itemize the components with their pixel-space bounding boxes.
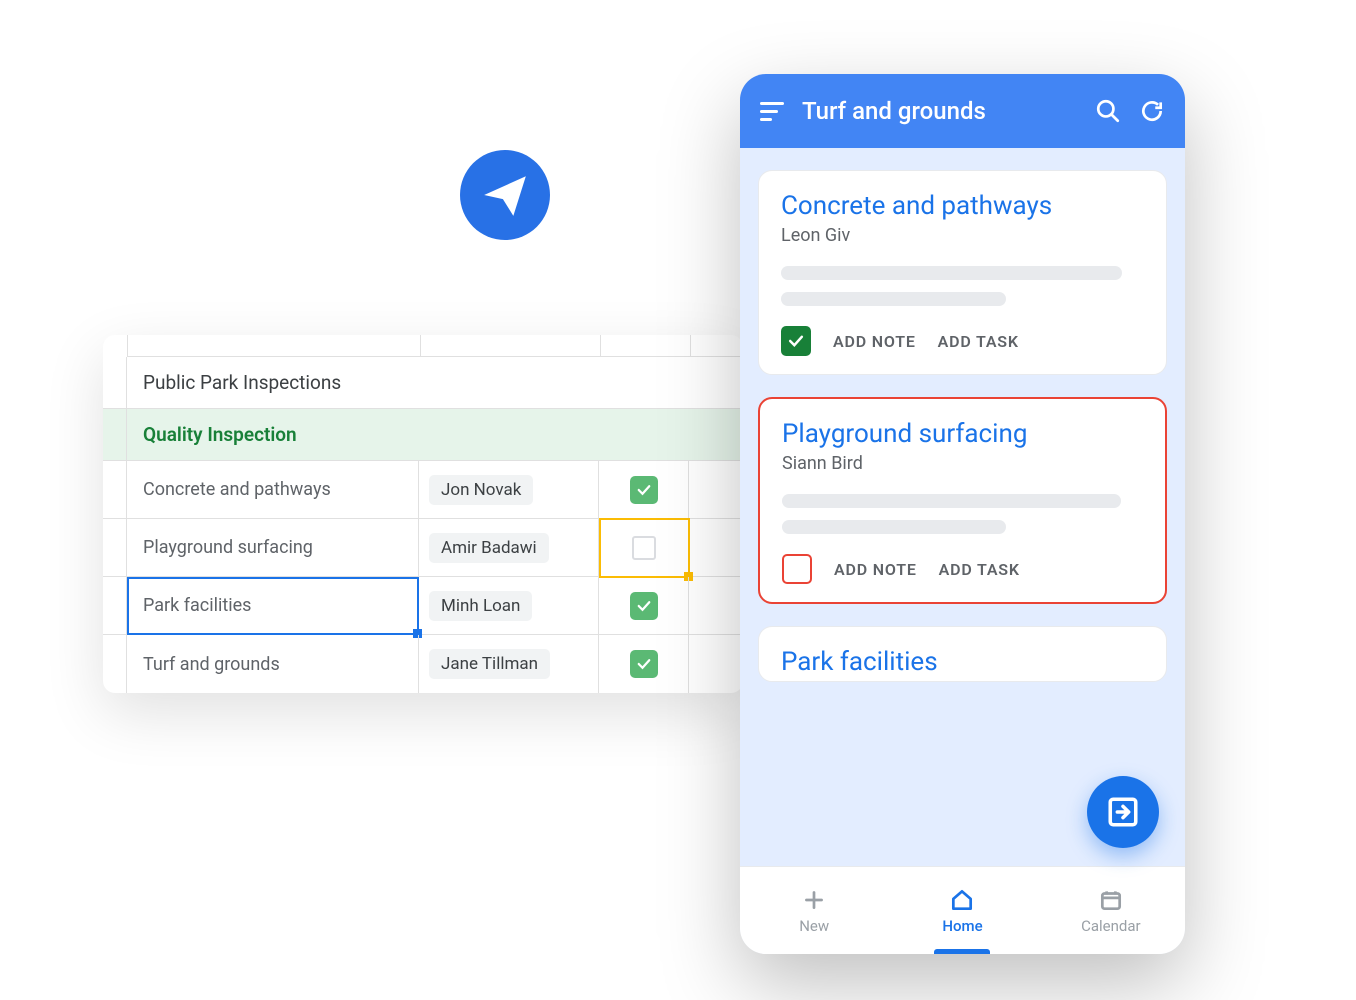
add-task-button[interactable]: ADD TASK [938, 332, 1019, 351]
task-cell[interactable]: Turf and grounds [127, 635, 419, 693]
skeleton-line [782, 520, 1006, 534]
task-cell[interactable]: Park facilities [127, 577, 419, 634]
status-cell[interactable] [599, 577, 689, 634]
task-card[interactable]: Concrete and pathways Leon Giv ADD NOTE … [758, 170, 1167, 375]
skeleton-line [781, 266, 1122, 280]
table-row: Playground surfacing Amir Badawi [103, 519, 743, 577]
table-row: Concrete and pathways Jon Novak [103, 461, 743, 519]
spreadsheet-panel: Public Park Inspections Quality Inspecti… [103, 335, 743, 693]
task-card-alert[interactable]: Playground surfacing Siann Bird ADD NOTE… [758, 397, 1167, 604]
task-cell[interactable]: Concrete and pathways [127, 461, 419, 518]
assignee-cell[interactable]: Amir Badawi [419, 519, 599, 576]
card-title: Playground surfacing [782, 419, 1143, 449]
checkbox-unchecked-icon [632, 536, 656, 560]
assignee-chip: Minh Loan [429, 591, 532, 621]
task-card[interactable]: Park facilities [758, 626, 1167, 682]
search-icon[interactable] [1095, 98, 1121, 124]
card-actions: ADD NOTE ADD TASK [781, 326, 1144, 356]
assignee-chip: Amir Badawi [429, 533, 549, 563]
assignee-cell[interactable]: Jon Novak [419, 461, 599, 518]
app-title: Turf and grounds [802, 97, 1077, 125]
checkbox-checked-icon [630, 650, 658, 678]
refresh-icon[interactable] [1139, 98, 1165, 124]
nav-calendar[interactable]: Calendar [1037, 867, 1185, 954]
nav-home[interactable]: Home [888, 867, 1036, 954]
add-note-button[interactable]: ADD NOTE [833, 332, 916, 351]
paper-plane-badge [460, 150, 550, 240]
status-cell[interactable] [599, 519, 689, 576]
nav-active-indicator [934, 949, 990, 954]
home-icon [949, 887, 975, 913]
card-actions: ADD NOTE ADD TASK [782, 554, 1143, 584]
add-note-button[interactable]: ADD NOTE [834, 560, 917, 579]
nav-label: Calendar [1081, 917, 1141, 935]
checkbox-checked-icon[interactable] [781, 326, 811, 356]
nav-new[interactable]: New [740, 867, 888, 954]
arrow-right-box-icon [1106, 795, 1140, 829]
card-assignee: Leon Giv [781, 225, 1144, 246]
nav-label: Home [942, 917, 982, 935]
app-body[interactable]: Concrete and pathways Leon Giv ADD NOTE … [740, 148, 1185, 866]
menu-icon[interactable] [760, 102, 784, 121]
nav-label: New [799, 917, 829, 935]
card-assignee: Siann Bird [782, 453, 1143, 474]
add-task-button[interactable]: ADD TASK [939, 560, 1020, 579]
checkbox-checked-icon [630, 476, 658, 504]
skeleton-line [782, 494, 1121, 508]
app-header: Turf and grounds [740, 74, 1185, 148]
card-title: Concrete and pathways [781, 191, 1144, 221]
checkbox-unchecked-icon[interactable] [782, 554, 812, 584]
sheet-title-row: Public Park Inspections [103, 357, 743, 409]
bottom-nav: New Home Calendar [740, 866, 1185, 954]
assignee-cell[interactable]: Minh Loan [419, 577, 599, 634]
sheet-section-row: Quality Inspection [103, 409, 743, 461]
table-row: Park facilities Minh Loan [103, 577, 743, 635]
sheet-section-header[interactable]: Quality Inspection [127, 409, 419, 460]
paper-plane-icon [480, 170, 530, 220]
sheet-column-headers [127, 335, 743, 357]
status-cell[interactable] [599, 635, 689, 693]
assignee-cell[interactable]: Jane Tillman [419, 635, 599, 693]
checkbox-checked-icon [630, 592, 658, 620]
card-title: Park facilities [781, 647, 1144, 677]
skeleton-line [781, 292, 1006, 306]
assignee-chip: Jon Novak [429, 475, 533, 505]
sheet-title[interactable]: Public Park Inspections [127, 357, 419, 408]
calendar-icon [1098, 887, 1124, 913]
status-cell[interactable] [599, 461, 689, 518]
assignee-chip: Jane Tillman [429, 649, 550, 679]
plus-icon [801, 887, 827, 913]
mobile-app-frame: Turf and grounds Concrete and pathways L… [740, 74, 1185, 954]
fab-button[interactable] [1087, 776, 1159, 848]
table-row: Turf and grounds Jane Tillman [103, 635, 743, 693]
task-cell[interactable]: Playground surfacing [127, 519, 419, 576]
